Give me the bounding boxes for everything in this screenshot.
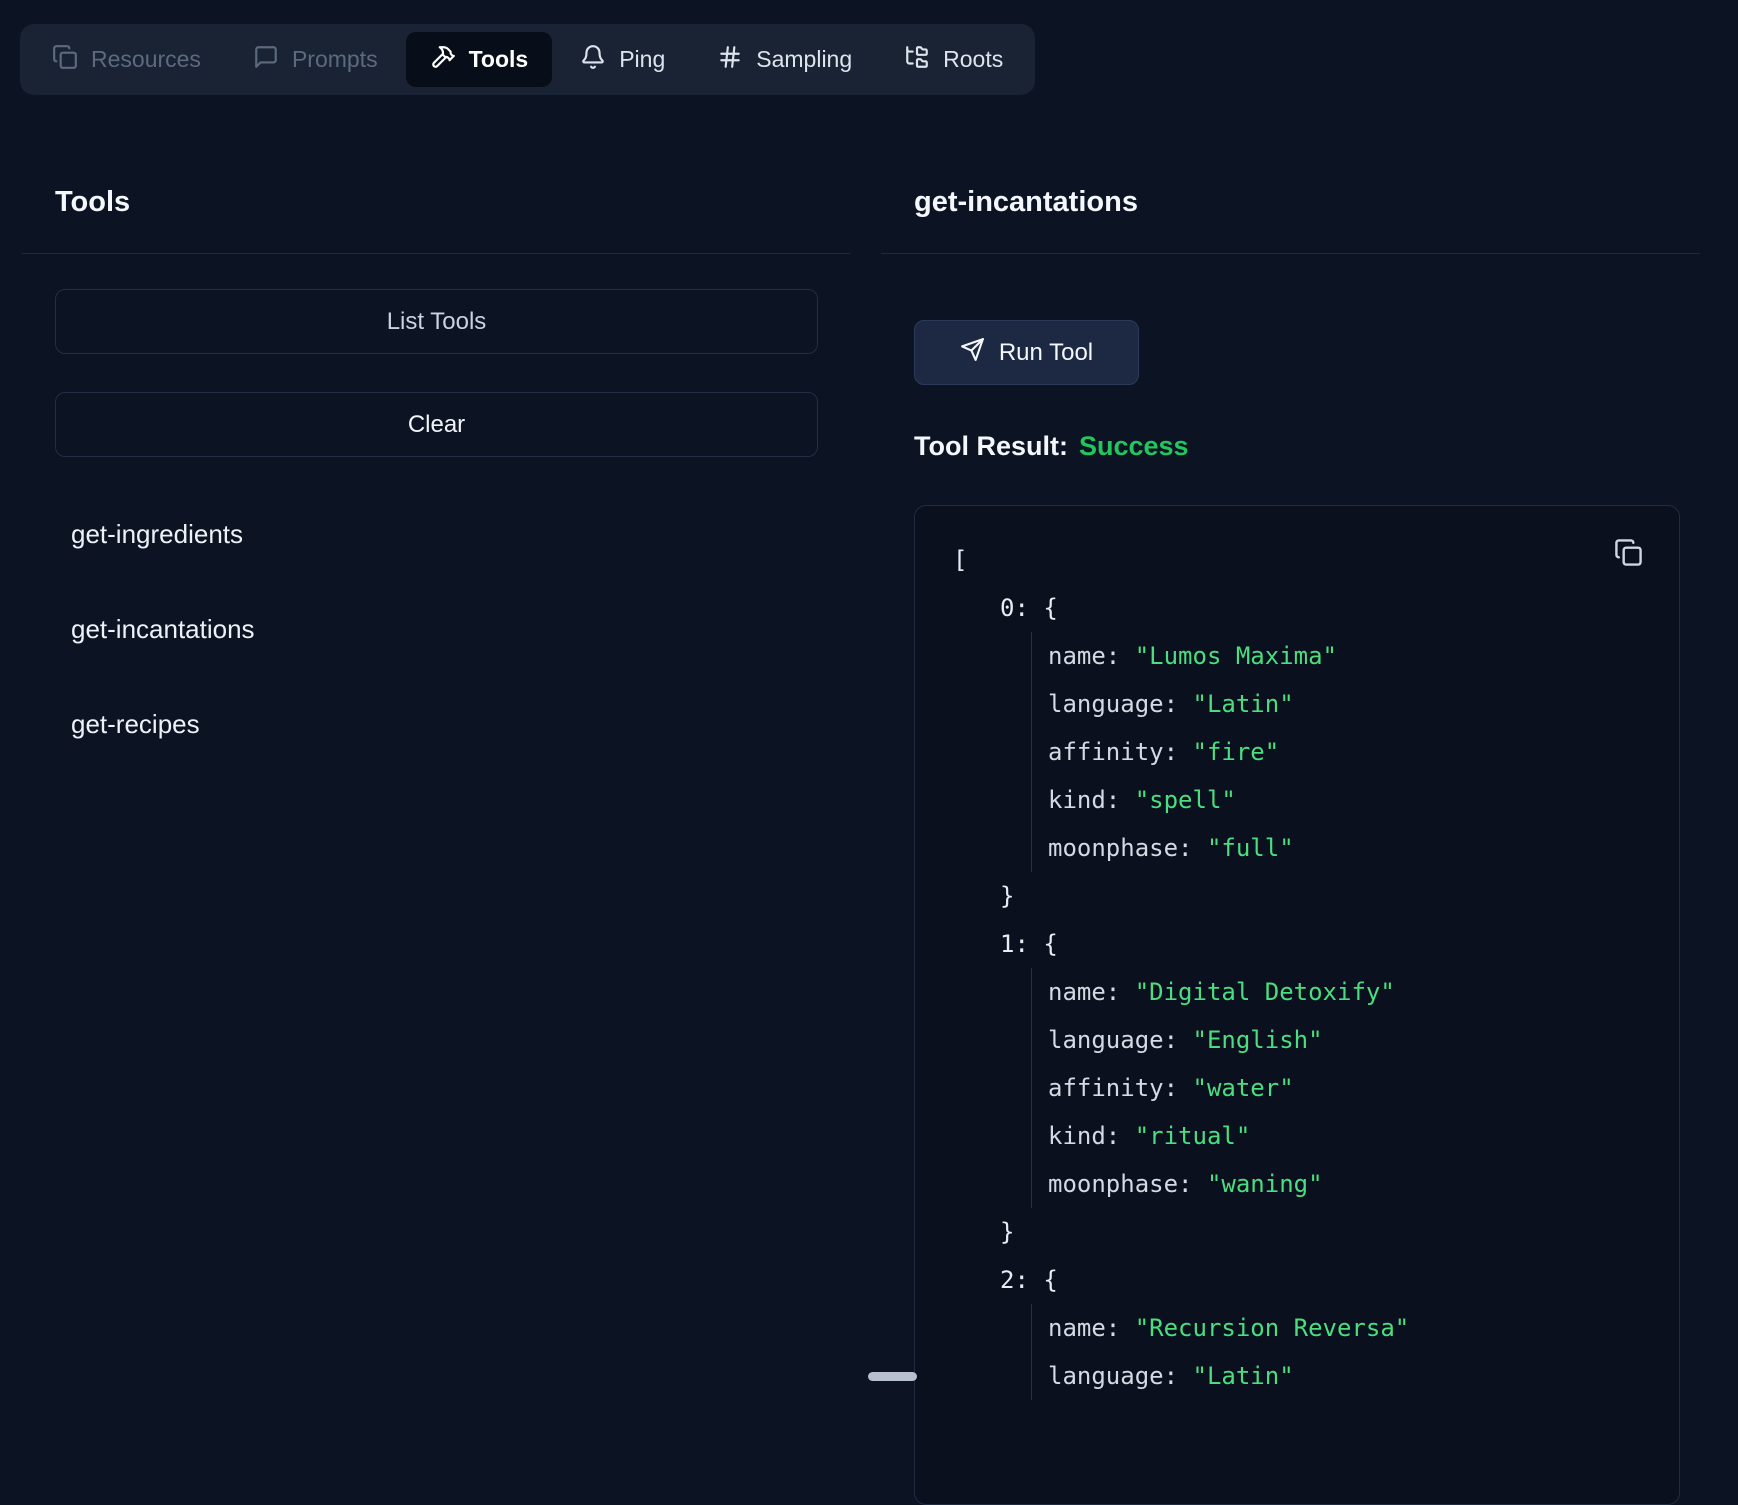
json-entry-fields: name: "Lumos Maxima" language: "Latin" a… xyxy=(1031,632,1641,872)
tab-label: Roots xyxy=(943,46,1003,73)
tab-label: Prompts xyxy=(292,46,378,73)
horizontal-scrollbar-thumb[interactable] xyxy=(868,1372,917,1381)
tool-result-label: Tool Result: xyxy=(914,431,1068,461)
tab-sampling[interactable]: Sampling xyxy=(693,32,876,87)
message-icon xyxy=(253,44,279,76)
tool-item-get-incantations[interactable]: get-incantations xyxy=(71,612,850,646)
copy-icon xyxy=(1614,555,1643,570)
folder-tree-icon xyxy=(904,44,930,76)
tool-list: get-ingredients get-incantations get-rec… xyxy=(71,517,850,741)
hammer-icon xyxy=(430,44,456,76)
json-open-bracket: [ xyxy=(953,536,1641,584)
files-icon xyxy=(52,44,78,76)
json-entry: 0: { name: "Lumos Maxima" language: "Lat… xyxy=(1000,584,1641,920)
divider xyxy=(881,253,1700,254)
tools-panel: Tools List Tools Clear get-ingredients g… xyxy=(22,160,850,802)
copy-button[interactable] xyxy=(1614,538,1643,570)
run-tool-label: Run Tool xyxy=(999,339,1093,367)
tab-tools[interactable]: Tools xyxy=(406,32,553,87)
tool-item-get-ingredients[interactable]: get-ingredients xyxy=(71,517,850,551)
tab-label: Resources xyxy=(91,46,201,73)
json-entry-fields: name: "Digital Detoxify" language: "Engl… xyxy=(1031,968,1641,1208)
tool-item-get-recipes[interactable]: get-recipes xyxy=(71,707,850,741)
tab-bar: Resources Prompts Tools Ping Sampling Ro… xyxy=(20,24,1035,95)
tool-result-json-viewer: [ 0: { name: "Lumos Maxima" language: "L… xyxy=(914,505,1680,1505)
tool-detail-panel: get-incantations Run Tool Tool Result: Su… xyxy=(881,160,1700,1505)
tool-result-line: Tool Result: Success xyxy=(914,428,1700,464)
selected-tool-title: get-incantations xyxy=(914,185,1700,219)
tools-panel-title: Tools xyxy=(55,185,850,219)
tab-label: Ping xyxy=(619,46,665,73)
clear-button[interactable]: Clear xyxy=(55,392,818,457)
tool-result-status: Success xyxy=(1079,431,1189,461)
tab-ping[interactable]: Ping xyxy=(556,32,689,87)
divider xyxy=(22,253,850,254)
hash-icon xyxy=(717,44,743,76)
tab-prompts[interactable]: Prompts xyxy=(229,32,402,87)
tab-roots[interactable]: Roots xyxy=(880,32,1027,87)
tab-label: Tools xyxy=(469,46,529,73)
bell-icon xyxy=(580,44,606,76)
json-entry: 1: { name: "Digital Detoxify" language: … xyxy=(1000,920,1641,1256)
tab-label: Sampling xyxy=(756,46,852,73)
tab-resources[interactable]: Resources xyxy=(28,32,225,87)
json-entry: 2: { name: "Recursion Reversa" language:… xyxy=(1000,1256,1641,1400)
list-tools-button[interactable]: List Tools xyxy=(55,289,818,354)
send-icon xyxy=(960,337,985,369)
json-entry-fields: name: "Recursion Reversa" language: "Lat… xyxy=(1031,1304,1641,1400)
run-tool-button[interactable]: Run Tool xyxy=(914,320,1139,385)
